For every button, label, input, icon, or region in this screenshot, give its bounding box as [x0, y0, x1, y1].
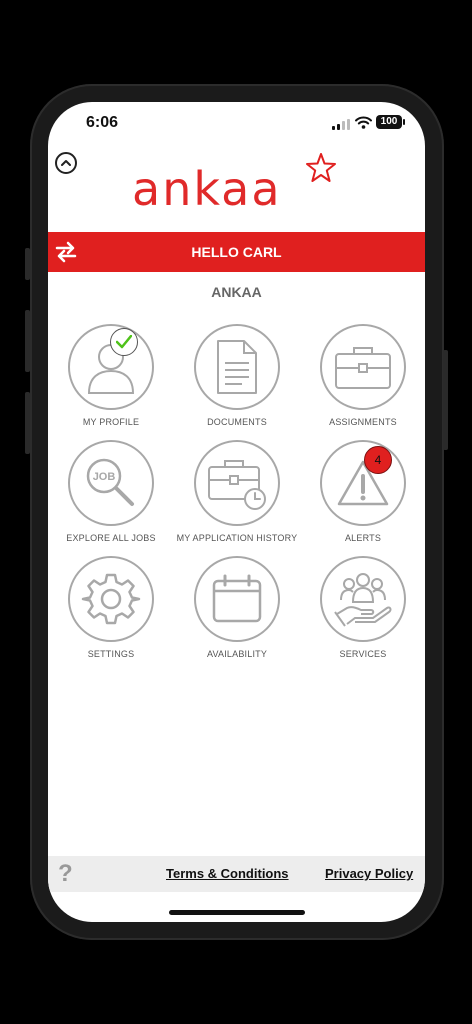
- greeting-bar: HELLO CARL: [48, 232, 425, 272]
- battery-icon: 100: [376, 115, 405, 129]
- calendar-icon: [212, 574, 262, 623]
- svg-text:JOB: JOB: [93, 471, 116, 483]
- brand-logo: ankaa: [132, 152, 342, 216]
- tile-assignments[interactable]: ASSIGNMENTS: [300, 324, 425, 427]
- home-indicator[interactable]: [169, 910, 305, 915]
- tile-label: ASSIGNMENTS: [329, 417, 397, 427]
- tile-label: DOCUMENTS: [207, 417, 267, 427]
- terms-link[interactable]: Terms & Conditions: [166, 866, 289, 881]
- tile-explore-all-jobs[interactable]: JOB EXPLORE ALL JOBS: [48, 440, 174, 543]
- phone-volume-up-button: [25, 310, 30, 372]
- tile-circle: [194, 440, 280, 526]
- collapse-button[interactable]: [55, 152, 77, 174]
- alerts-count-badge: 4: [364, 446, 392, 474]
- tile-label: SETTINGS: [87, 649, 135, 659]
- tile-label: SERVICES: [339, 649, 387, 659]
- status-time: 6:06: [86, 114, 119, 131]
- tile-label: MY APPLICATION HISTORY: [176, 533, 298, 543]
- job-search-icon: JOB: [86, 458, 134, 506]
- tile-documents[interactable]: DOCUMENTS: [174, 324, 300, 427]
- tile-my-profile[interactable]: MY PROFILE: [48, 324, 174, 427]
- tile-circle: [68, 556, 154, 642]
- star-icon: [306, 153, 336, 182]
- tile-label: MY PROFILE: [82, 417, 140, 427]
- tile-alerts[interactable]: 4 ALERTS: [300, 440, 425, 543]
- document-icon: [217, 340, 257, 394]
- greeting-text: HELLO CARL: [191, 244, 282, 260]
- phone-volume-down-button: [25, 392, 30, 454]
- team-hand-icon: [334, 573, 392, 627]
- tile-circle: [320, 556, 406, 642]
- tile-settings[interactable]: SETTINGS: [48, 556, 174, 659]
- checkmark-icon: [116, 335, 132, 349]
- help-icon[interactable]: ?: [58, 860, 73, 888]
- signal-icon: [332, 119, 350, 130]
- chevron-up-icon: [61, 160, 71, 166]
- tile-circle: [320, 440, 406, 526]
- tile-label: AVAILABILITY: [206, 649, 268, 659]
- footer-bar: ? Terms & Conditions Privacy Policy: [48, 856, 425, 892]
- app-screen: 6:06 100 ankaa HELLO CARL ANKAA MY PROFI…: [48, 102, 425, 922]
- tile-circle: JOB: [68, 440, 154, 526]
- tile-my-application-history[interactable]: MY APPLICATION HISTORY: [174, 440, 300, 543]
- tile-label: EXPLORE ALL JOBS: [66, 533, 156, 543]
- privacy-link[interactable]: Privacy Policy: [325, 866, 413, 881]
- status-bar: 6:06 100: [48, 102, 425, 144]
- gear-icon: [81, 573, 141, 625]
- logo-text: ankaa: [132, 162, 282, 216]
- swap-icon[interactable]: [54, 240, 78, 264]
- tile-circle: [320, 324, 406, 410]
- phone-power-button: [443, 350, 448, 450]
- wifi-icon: [355, 116, 372, 129]
- tile-label: ALERTS: [344, 533, 382, 543]
- organization-name: ANKAA: [211, 284, 262, 300]
- tile-circle: [194, 556, 280, 642]
- verified-badge: [110, 328, 138, 356]
- briefcase-icon: [335, 347, 391, 389]
- phone-action-button: [25, 248, 30, 280]
- tile-availability[interactable]: AVAILABILITY: [174, 556, 300, 659]
- tile-circle: [194, 324, 280, 410]
- briefcase-clock-icon: [208, 460, 266, 510]
- tile-services[interactable]: SERVICES: [300, 556, 425, 659]
